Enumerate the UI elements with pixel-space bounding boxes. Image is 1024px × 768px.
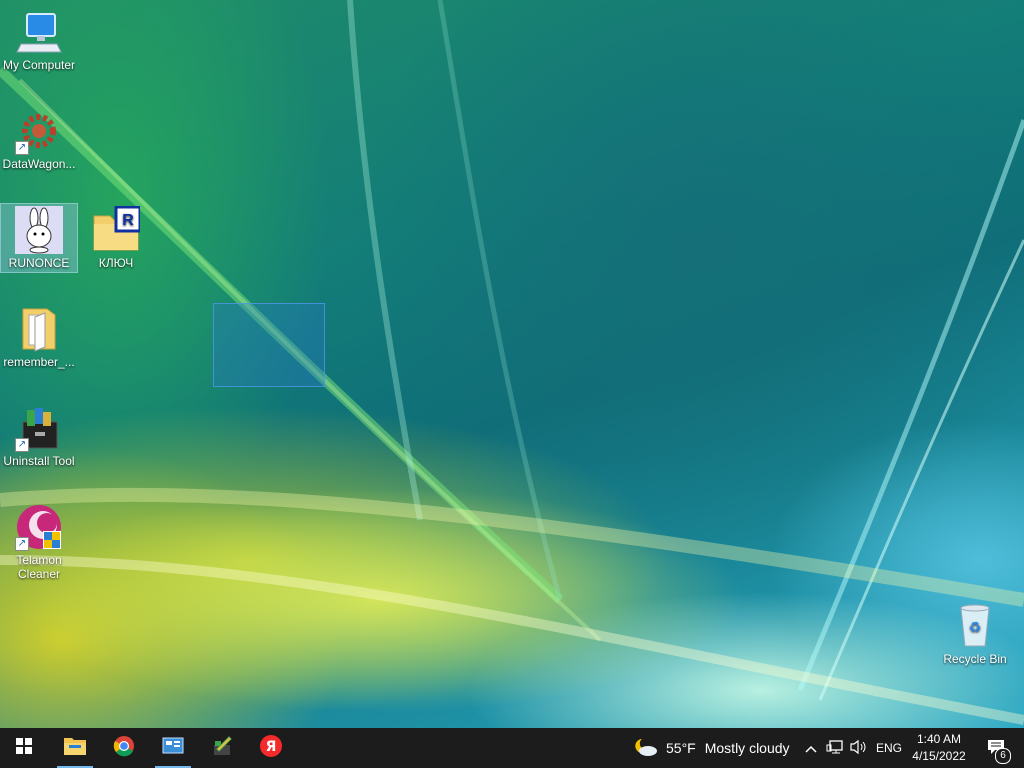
- datawagon-gear-icon: ↗: [15, 107, 63, 155]
- pencil-tool-icon: [211, 735, 233, 762]
- uninstall-tool-icon: ↗: [15, 404, 63, 452]
- icon-label: Uninstall Tool: [3, 454, 75, 468]
- taskbar-pencil-tool[interactable]: [198, 728, 246, 768]
- clock-time: 1:40 AM: [916, 732, 962, 746]
- network-button[interactable]: [826, 728, 844, 768]
- selection-rectangle: [213, 303, 325, 387]
- speaker-icon: [849, 739, 869, 758]
- desktop-icon-runonce[interactable]: RUNONCE: [0, 203, 78, 273]
- language-label: ENG: [876, 741, 903, 755]
- notification-count-badge: 6: [995, 747, 1011, 764]
- taskbar-chrome[interactable]: [100, 728, 148, 768]
- icon-label: RUNONCE: [8, 256, 70, 270]
- svg-text:R: R: [122, 212, 134, 229]
- desktop-icon-telamon-cleaner[interactable]: ↗ Telamon Cleaner: [1, 501, 77, 581]
- input-language-indicator[interactable]: ENG: [876, 728, 902, 768]
- svg-text:Я: Я: [266, 739, 277, 755]
- telamon-cleaner-icon: ↗: [15, 503, 63, 551]
- wallpaper-streaks: [0, 0, 1024, 725]
- desktop-icon-kluch[interactable]: R КЛЮЧ: [78, 204, 154, 270]
- weather-temperature: 55°F: [666, 740, 696, 756]
- bunny-icon: [15, 206, 63, 254]
- taskbar: Я 55°F Mostly cloudy ENG 1:40 AM 4/15/20…: [0, 728, 1024, 768]
- weather-widget[interactable]: 55°F Mostly cloudy: [634, 728, 790, 768]
- control-panel-icon: [162, 736, 184, 761]
- system-clock[interactable]: 1:40 AM 4/15/2022: [905, 731, 973, 765]
- desktop-icon-datawagon[interactable]: ↗ DataWagon...: [1, 105, 77, 171]
- action-center-button[interactable]: 6: [983, 728, 1011, 768]
- shortcut-arrow-icon: ↗: [15, 141, 29, 155]
- desktop-icon-remember[interactable]: remember_...: [1, 303, 77, 369]
- desktop-icon-recycle-bin[interactable]: ♻ Recycle Bin: [937, 600, 1013, 666]
- start-button[interactable]: [0, 728, 48, 768]
- desktop-icon-uninstall-tool[interactable]: ↗ Uninstall Tool: [1, 402, 77, 468]
- network-icon: [826, 739, 844, 758]
- shortcut-arrow-icon: ↗: [15, 438, 29, 452]
- taskbar-yandex-browser[interactable]: Я: [247, 728, 295, 768]
- icon-label: Telamon Cleaner: [16, 553, 62, 581]
- taskbar-control-panel[interactable]: [149, 728, 197, 768]
- icon-label: DataWagon...: [2, 157, 76, 171]
- recycle-bin-icon: ♻: [951, 602, 999, 650]
- notification-icon: 6: [987, 739, 1011, 764]
- taskbar-file-explorer[interactable]: [51, 728, 99, 768]
- volume-button[interactable]: [849, 728, 869, 768]
- open-folder-icon: [15, 305, 63, 353]
- clock-date: 4/15/2022: [912, 749, 966, 763]
- weather-condition: Mostly cloudy: [704, 740, 790, 756]
- shortcut-arrow-icon: ↗: [15, 537, 29, 551]
- yandex-browser-icon: Я: [259, 734, 283, 763]
- icon-label: remember_...: [3, 355, 75, 369]
- desktop-icon-my-computer[interactable]: My Computer: [1, 6, 77, 72]
- file-explorer-icon: [63, 736, 87, 761]
- svg-text:♻: ♻: [969, 620, 982, 636]
- icon-label: Recycle Bin: [943, 652, 1007, 666]
- icon-label: КЛЮЧ: [98, 256, 134, 270]
- partly-cloudy-night-icon: [634, 737, 658, 760]
- chevron-up-icon: [805, 740, 817, 756]
- desktop[interactable]: My Computer ↗ DataWagon... RUNONCE R КЛЮ…: [0, 0, 1024, 728]
- folder-icon: R: [92, 205, 142, 254]
- computer-icon: [15, 8, 63, 56]
- start-windows-icon: [16, 737, 32, 759]
- show-hidden-icons-button[interactable]: [803, 728, 819, 768]
- icon-label: My Computer: [2, 58, 76, 72]
- chrome-icon: [113, 735, 135, 762]
